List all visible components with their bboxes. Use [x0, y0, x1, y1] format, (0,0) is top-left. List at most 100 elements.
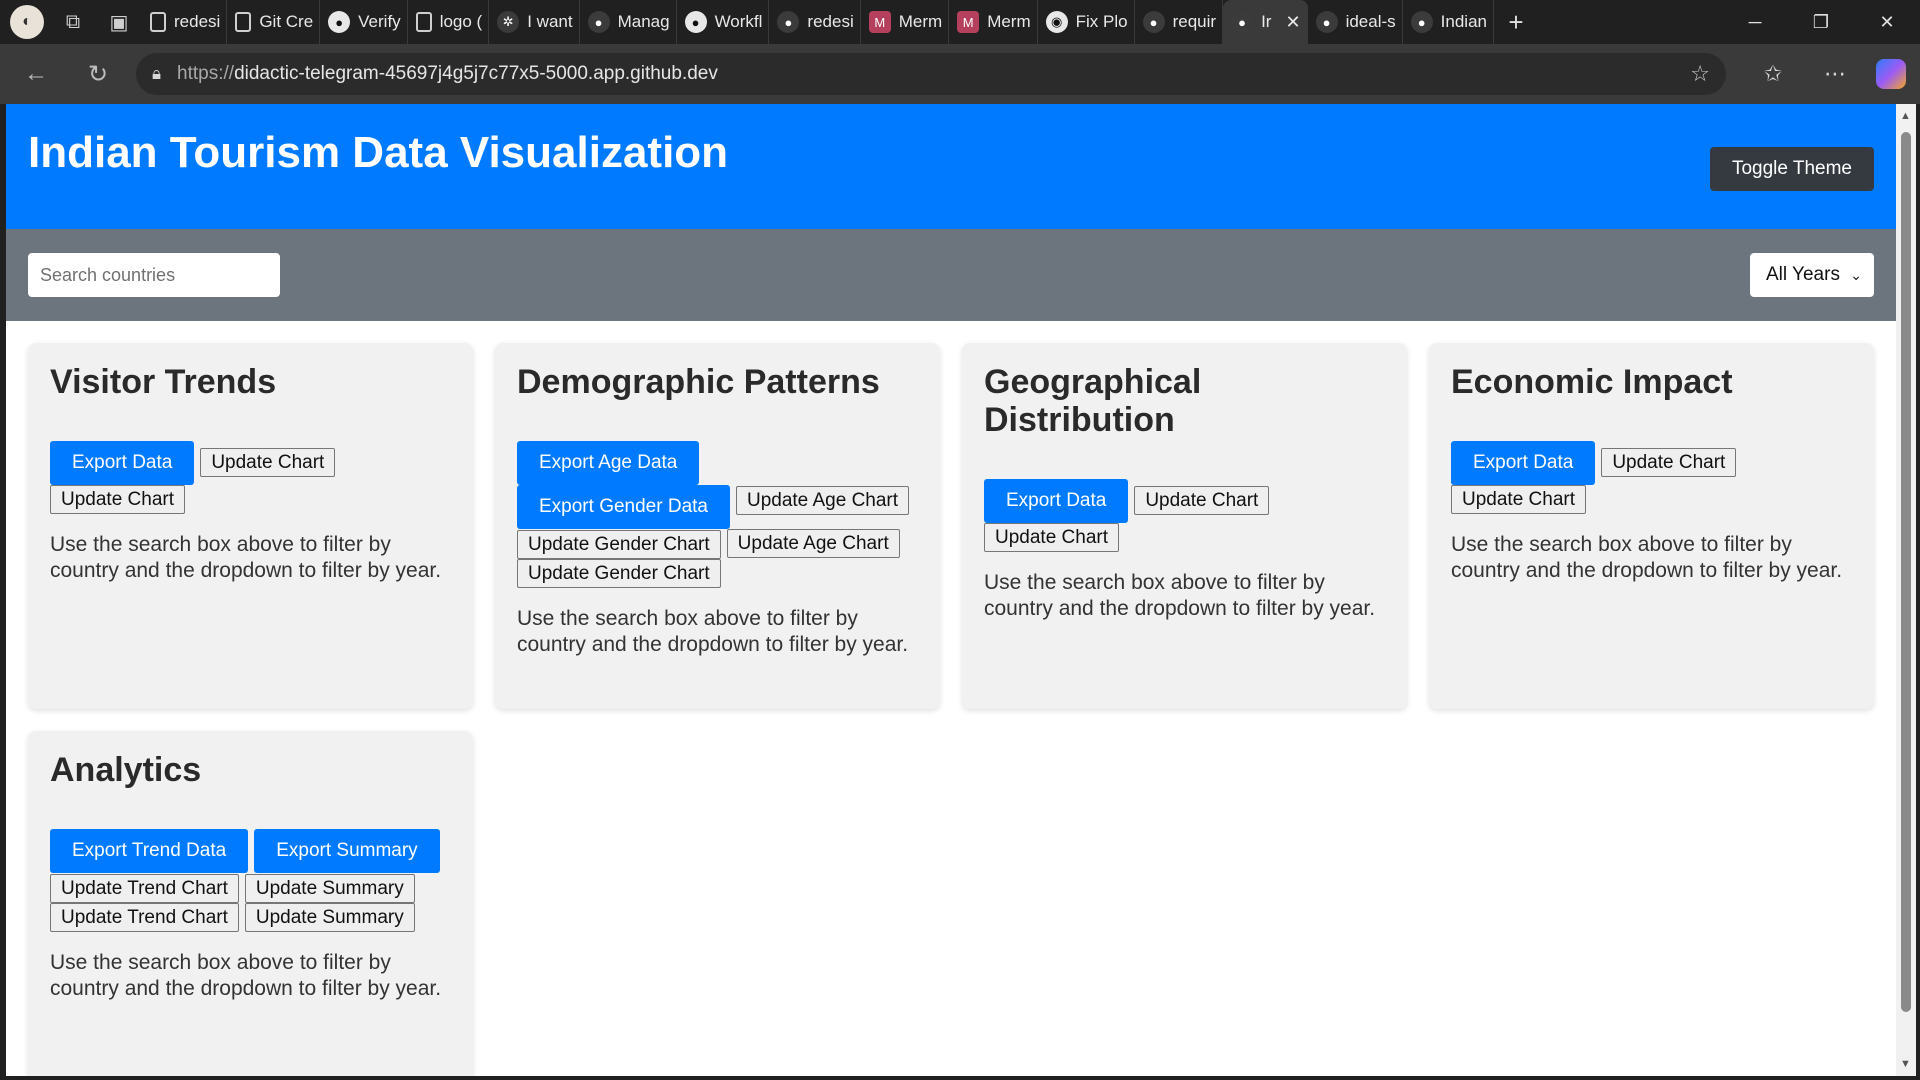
browser-tab[interactable]: ● requir — [1135, 0, 1224, 44]
doc-icon — [150, 12, 166, 32]
url-text[interactable]: https://didactic-telegram-45697j4g5j7c77… — [177, 63, 718, 85]
export-data-button[interactable]: Export Data — [50, 441, 195, 485]
github-icon: ● — [1410, 11, 1433, 33]
browser-tab[interactable]: ✲ I want — [489, 0, 580, 44]
card-title: Economic Impact — [1451, 363, 1733, 401]
update-trend-chart-button[interactable]: Update Trend Chart — [50, 903, 239, 932]
economic-impact-card: Economic Impact Export Data Update Chart… — [1429, 343, 1874, 709]
browser-tab[interactable]: ● Indian — [1403, 0, 1494, 44]
update-trend-chart-button[interactable]: Update Trend Chart — [50, 874, 239, 903]
export-summary-button[interactable]: Export Summary — [254, 829, 440, 873]
github-icon: ● — [1142, 11, 1165, 33]
update-summary-button[interactable]: Update Summary — [244, 874, 415, 903]
new-tab-icon[interactable]: + — [1494, 0, 1538, 44]
export-gender-data-button[interactable]: Export Gender Data — [517, 485, 730, 529]
update-summary-button[interactable]: Update Summary — [244, 903, 415, 932]
window-controls: ─ ❐ ✕ — [1722, 0, 1920, 44]
card-title: Analytics — [50, 751, 202, 789]
browser-tab[interactable]: M Merm — [861, 0, 950, 44]
card-title: Visitor Trends — [50, 363, 277, 401]
help-text: Use the search box above to filter by co… — [517, 607, 909, 656]
export-age-data-button[interactable]: Export Age Data — [517, 441, 700, 485]
update-chart-button[interactable]: Update Chart — [1134, 486, 1270, 515]
github-icon: ● — [1315, 11, 1338, 33]
page-viewport: Indian Tourism Data Visualization Toggle… — [6, 104, 1896, 1076]
help-text: Use the search box above to filter by co… — [50, 951, 442, 1000]
visitor-trends-card: Visitor Trends Export Data Update Chart … — [28, 343, 473, 709]
toggle-theme-button[interactable]: Toggle Theme — [1709, 147, 1874, 191]
update-age-chart-button[interactable]: Update Age Chart — [735, 486, 910, 515]
browser-tab-bar: ◐ ⧉ ▣ redesi Git Cre ● Verify logo ( ✲ I w… — [0, 0, 1920, 44]
more-menu-icon[interactable]: ⋯ — [1804, 50, 1866, 98]
year-select-value: All Years — [1766, 264, 1840, 285]
address-bar-row: ← ↻ 🔒︎ https://didactic-telegram-45697j4… — [0, 44, 1920, 104]
browser-tab[interactable]: logo ( — [408, 0, 490, 44]
update-age-chart-button[interactable]: Update Age Chart — [726, 529, 900, 558]
update-gender-chart-button[interactable]: Update Gender Chart — [517, 559, 721, 588]
lock-icon[interactable]: 🔒︎ — [152, 64, 161, 84]
browser-tab[interactable]: redesi — [142, 0, 228, 44]
close-tab-icon[interactable]: ✕ — [1285, 12, 1300, 33]
help-text: Use the search box above to filter by co… — [984, 571, 1376, 620]
site-header: Indian Tourism Data Visualization Toggle… — [6, 104, 1896, 229]
browser-tab[interactable]: ● ideal-s — [1308, 0, 1403, 44]
doc-icon — [415, 12, 432, 32]
search-input[interactable] — [28, 253, 280, 297]
browser-tab[interactable]: ● Verify — [320, 0, 408, 44]
card-title: Demographic Patterns — [517, 363, 880, 401]
page-scrollbar[interactable]: ▲ ▼ — [1896, 104, 1916, 1076]
update-chart-button[interactable]: Update Chart — [50, 485, 186, 514]
export-trend-data-button[interactable]: Export Trend Data — [50, 829, 249, 873]
browser-tab[interactable]: M Merm — [949, 0, 1038, 44]
minimize-icon[interactable]: ─ — [1722, 0, 1788, 44]
export-data-button[interactable]: Export Data — [984, 479, 1129, 523]
card-title: Geographical Distribution — [984, 363, 1202, 439]
browser-tab[interactable]: Git Cre — [227, 0, 321, 44]
browser-tab[interactable]: ● Manag — [580, 0, 677, 44]
scroll-down-icon[interactable]: ▼ — [1900, 1058, 1911, 1070]
github-icon: ● — [587, 11, 610, 33]
update-chart-button[interactable]: Update Chart — [1601, 448, 1737, 477]
github-icon: ● — [328, 11, 351, 33]
update-gender-chart-button[interactable]: Update Gender Chart — [517, 530, 721, 559]
copilot-icon[interactable] — [1876, 59, 1906, 89]
browser-tab[interactable]: ● redesi — [769, 0, 861, 44]
update-chart-button[interactable]: Update Chart — [984, 523, 1120, 552]
update-chart-button[interactable]: Update Chart — [1451, 485, 1587, 514]
dashboard-grid: Visitor Trends Export Data Update Chart … — [6, 321, 1896, 1076]
update-chart-button[interactable]: Update Chart — [200, 448, 336, 477]
browser-tab[interactable]: ◉ Fix Plo — [1038, 0, 1135, 44]
geographical-distribution-card: Geographical Distribution Export Data Upd… — [962, 343, 1407, 709]
browser-tab-active[interactable]: ● Ir ✕ — [1223, 0, 1308, 44]
profile-avatar[interactable]: ◐ — [10, 5, 44, 39]
page-title: Indian Tourism Data Visualization — [28, 128, 729, 177]
favorites-icon[interactable]: ✩ — [1742, 50, 1804, 98]
copilot-icon: ◉ — [1045, 11, 1068, 33]
scrollbar-thumb[interactable] — [1901, 132, 1911, 1012]
demographic-patterns-card: Demographic Patterns Export Age Data Exp… — [495, 343, 940, 709]
restore-icon[interactable]: ❐ — [1788, 0, 1854, 44]
close-window-icon[interactable]: ✕ — [1854, 0, 1920, 44]
browser-tab[interactable]: ● Workfl — [677, 0, 770, 44]
github-icon: ● — [777, 11, 800, 33]
mermaid-icon: M — [957, 11, 980, 33]
github-icon: ● — [1231, 11, 1254, 33]
year-select[interactable]: All Years ⌄ — [1750, 253, 1874, 297]
url-bar[interactable]: 🔒︎ https://didactic-telegram-45697j4g5j7… — [136, 53, 1726, 95]
favorite-star-icon[interactable]: ☆ — [1690, 61, 1710, 87]
doc-icon — [235, 12, 252, 32]
reload-icon[interactable]: ↻ — [72, 48, 124, 100]
back-icon[interactable]: ← — [10, 48, 62, 100]
tab-strip: redesi Git Cre ● Verify logo ( ✲ I want ● M… — [142, 0, 1494, 44]
export-data-button[interactable]: Export Data — [1451, 441, 1596, 485]
workspaces-icon[interactable]: ⧉ — [50, 0, 96, 44]
help-text: Use the search box above to filter by co… — [1451, 533, 1843, 582]
filter-bar: All Years ⌄ — [6, 229, 1896, 321]
mermaid-icon: M — [868, 11, 891, 33]
scroll-up-icon[interactable]: ▲ — [1900, 110, 1911, 122]
github-icon: ● — [684, 11, 707, 33]
analytics-card: Analytics Export Trend Data Export Summa… — [28, 731, 473, 1076]
settings-icon: ✲ — [497, 11, 520, 33]
vertical-tabs-icon[interactable]: ▣ — [96, 0, 142, 44]
chevron-down-icon: ⌄ — [1850, 266, 1862, 283]
